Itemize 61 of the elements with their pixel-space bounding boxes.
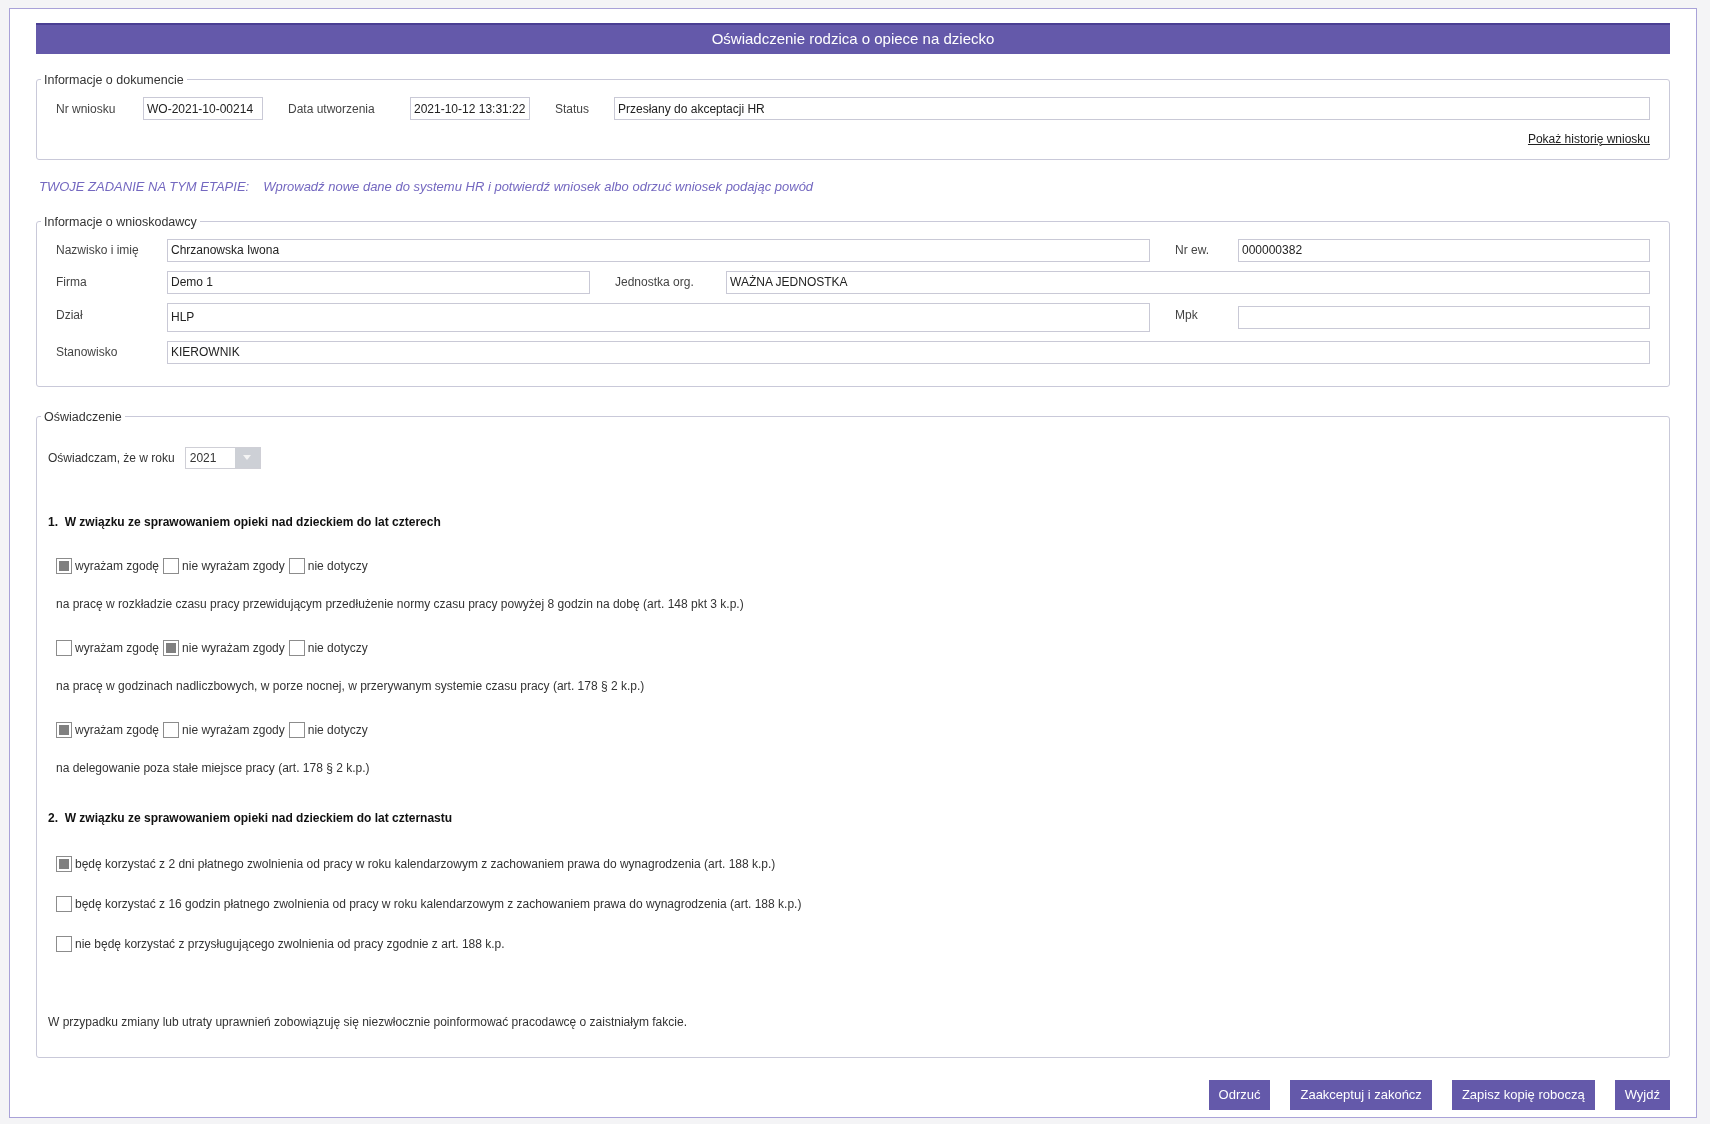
field-label: Nr ew. [1175, 242, 1210, 259]
checkbox-label: wyrażam zgodę [75, 721, 160, 739]
declaration-footer: W przypadku zmiany lub utraty uprawnień zobowiązuję się niezwłocznie poinformować pracodawcę o zaistniałym fakcie. [48, 1012, 1658, 1031]
field-label: Firma [56, 274, 88, 291]
consent-description: na pracę w godzinach nadliczbowych, w porze nocnej, w przerywanym systemie czasu pracy (art. 178 § 2 k.p.) [56, 677, 646, 695]
field-label: Stanowisko [56, 344, 119, 361]
action-button[interactable]: Odrzuć [1208, 1079, 1271, 1110]
field-label: Nazwisko i imię [56, 242, 140, 259]
year-label: Oświadczam, że w roku [48, 449, 175, 467]
text-field[interactable]: Demo 1 [167, 270, 590, 294]
checkbox[interactable] [56, 855, 72, 872]
text-field[interactable] [1238, 305, 1650, 329]
checkbox[interactable] [56, 557, 72, 574]
checkbox-label: nie wyrażam zgody [182, 721, 285, 739]
text-field[interactable]: Przesłany do akceptacji HR [614, 97, 1650, 120]
text-field[interactable]: HLP [167, 302, 1150, 332]
checkbox[interactable] [56, 721, 72, 738]
field-label: Mpk [1175, 306, 1199, 324]
checkbox-label: nie dotyczy [307, 721, 368, 739]
field-label: Nr wniosku [56, 100, 117, 118]
field-label: Jednostka org. [615, 274, 695, 291]
checkbox-label: będę korzystać z 16 godzin płatnego zwolnienia od pracy w roku kalendarzowym z zachowaniem prawa do wynagrodzenia (art. 188 k.p.) [75, 895, 802, 913]
field-label: Data utworzenia [288, 100, 376, 118]
field-label: Status [555, 100, 591, 118]
task-text: Wprowadź nowe dane do systemu HR i potwierdź wniosek albo odrzuć wniosek podając powód [263, 178, 814, 196]
checkbox-label: nie będę korzystać z przysługującego zwolnienia od pracy zgodnie z art. 188 k.p. [75, 935, 505, 953]
text-field[interactable]: 2021-10-12 13:31:22 [410, 97, 530, 120]
history-link[interactable]: Pokaż historię wniosku [1527, 130, 1650, 148]
checkbox-label: nie dotyczy [307, 557, 368, 575]
checkbox-label: nie wyrażam zgody [182, 639, 285, 657]
caret-icon [243, 455, 252, 460]
checkbox[interactable] [56, 895, 72, 912]
checkbox[interactable] [163, 721, 180, 738]
checkbox-label: nie dotyczy [307, 639, 368, 657]
window-title: Oświadczenie rodzica o opiece na dziecko [36, 23, 1670, 54]
task-label: TWOJE ZADANIE NA TYM ETAPIE: [39, 178, 250, 196]
checkbox[interactable] [288, 639, 305, 656]
action-button[interactable]: Zaakceptuj i zakończ [1290, 1079, 1432, 1110]
checkbox[interactable] [56, 639, 72, 656]
checkbox-label: nie wyrażam zgody [182, 557, 285, 575]
action-button[interactable]: Wyjdź [1614, 1079, 1670, 1110]
text-field[interactable]: WO-2021-10-00214 [143, 97, 263, 120]
checkbox-label: wyrażam zgodę [75, 557, 160, 575]
section-heading: 2. W związku ze sprawowaniem opieki nad dzieckiem do lat czternastu [48, 809, 454, 827]
field-label: Dział [56, 306, 84, 324]
text-field[interactable]: WAŻNA JEDNOSTKA [726, 270, 1650, 294]
consent-description: na delegowanie poza stałe miejsce pracy (art. 178 § 2 k.p.) [56, 759, 371, 777]
checkbox[interactable] [163, 639, 180, 656]
section-heading: 1. W związku ze sprawowaniem opieki nad dzieckiem do lat czterech [48, 513, 442, 531]
checkbox[interactable] [56, 935, 72, 952]
text-field[interactable]: 000000382 [1238, 238, 1650, 262]
checkbox-label: będę korzystać z 2 dni płatnego zwolnienia od pracy w roku kalendarzowym z zachowaniem prawa do wynagrodzenia (art. 188 k.p.) [75, 855, 776, 873]
checkbox[interactable] [288, 721, 305, 738]
checkbox-label: wyrażam zgodę [75, 639, 160, 657]
text-field[interactable]: Chrzanowska Iwona [167, 238, 1150, 262]
text-field[interactable]: KIEROWNIK [167, 340, 1650, 364]
checkbox[interactable] [288, 557, 305, 574]
action-button[interactable]: Zapisz kopię roboczą [1451, 1079, 1595, 1110]
checkbox[interactable] [163, 557, 180, 574]
consent-description: na pracę w rozkładzie czasu pracy przewidującym przedłużenie normy czasu pracy powyżej 8 godzin na dobę (art. 148 pkt 3 k.p.) [56, 595, 745, 613]
year-dropdown[interactable]: 2021 [184, 446, 261, 469]
